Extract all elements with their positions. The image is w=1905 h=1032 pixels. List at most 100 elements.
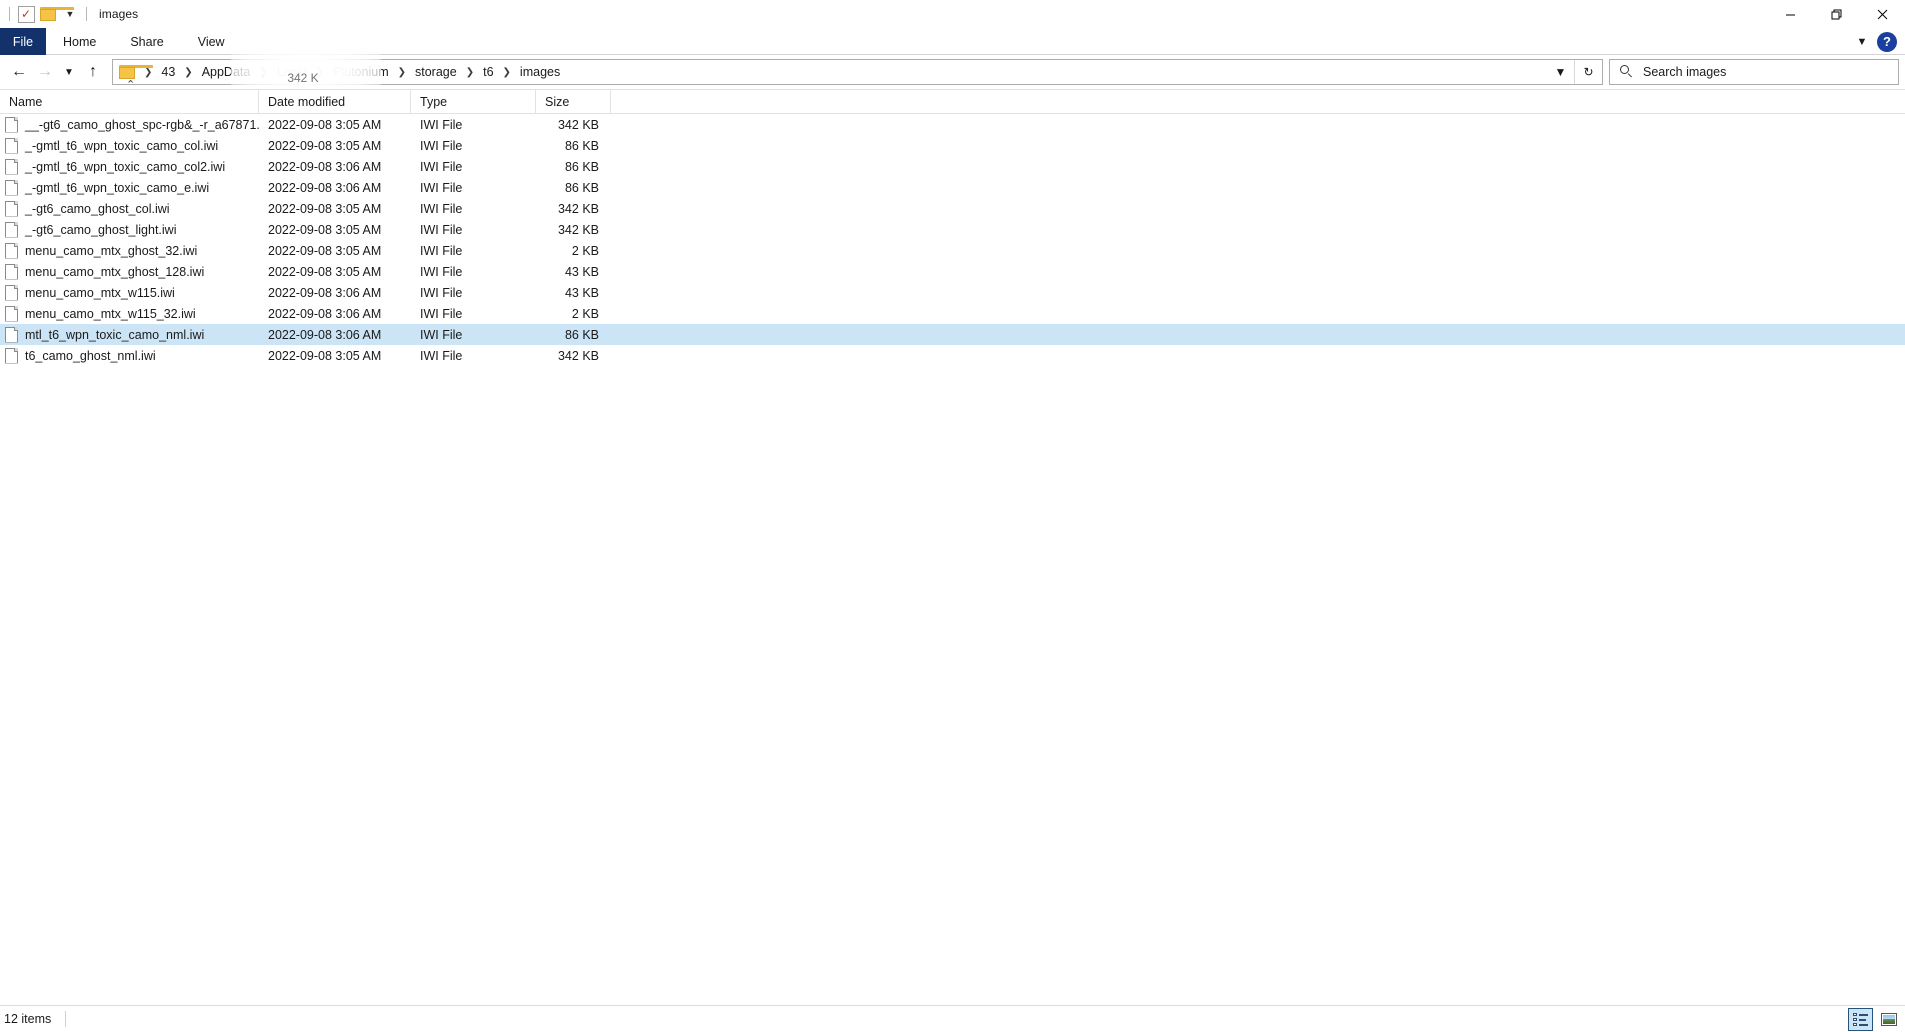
- file-size-cell: 43 KB: [564, 264, 599, 279]
- file-icon: [5, 116, 18, 133]
- column-headers: Name ⌃ Date modified Type Size: [0, 80, 1905, 114]
- table-row[interactable]: t6_camo_ghost_nml.iwi 2022-09-08 3:05 AM I…: [0, 345, 1905, 366]
- file-name-label: t6_camo_ghost_nml.iwi: [25, 348, 156, 363]
- table-row[interactable]: menu_camo_mtx_w115.iwi 2022-09-08 3:06 AM…: [0, 282, 1905, 303]
- breadcrumb-item-1[interactable]: AppData: [198, 63, 255, 81]
- view-toggle-group: [1848, 1006, 1901, 1032]
- file-name-label: _-gt6_camo_ghost_light.iwi: [25, 222, 177, 237]
- column-header-name[interactable]: Name ⌃: [0, 80, 259, 114]
- breadcrumb-item-2[interactable]: Local: [273, 63, 311, 81]
- folder-icon[interactable]: [119, 65, 153, 79]
- column-header-date-modified[interactable]: Date modified: [259, 89, 411, 114]
- qat-divider-right: [86, 7, 87, 21]
- breadcrumb-item-0[interactable]: 43: [157, 63, 179, 81]
- table-row[interactable]: __-gt6_camo_ghost_spc-rgb&_-r_a67871... 2…: [0, 114, 1905, 135]
- table-row[interactable]: menu_camo_mtx_ghost_128.iwi 2022-09-08 3:…: [0, 261, 1905, 282]
- file-date-cell: 2022-09-08 3:05 AM: [268, 117, 382, 132]
- file-name-cell: _-gmtl_t6_wpn_toxic_camo_col2.iwi: [0, 156, 259, 177]
- file-size-cell: 86 KB: [564, 159, 599, 174]
- recent-locations-button[interactable]: ▼: [58, 59, 80, 85]
- tab-home[interactable]: Home: [46, 28, 113, 55]
- column-header-name-label: Name: [9, 94, 43, 109]
- up-button[interactable]: ↑: [80, 59, 106, 85]
- file-icon: [5, 137, 18, 154]
- table-row[interactable]: _-gt6_camo_ghost_col.iwi 2022-09-08 3:05 …: [0, 198, 1905, 219]
- back-button[interactable]: ←: [6, 59, 32, 85]
- file-type-cell: IWI File: [420, 138, 463, 153]
- column-header-size[interactable]: Size: [536, 89, 611, 114]
- window-controls: [1767, 0, 1905, 28]
- help-button[interactable]: ?: [1877, 31, 1897, 52]
- file-type-cell: IWI File: [420, 348, 463, 363]
- file-icon: [5, 263, 18, 280]
- table-row[interactable]: _-gt6_camo_ghost_light.iwi 2022-09-08 3:0…: [0, 219, 1905, 240]
- search-icon: [1620, 65, 1634, 79]
- details-view-button[interactable]: [1848, 1008, 1873, 1031]
- file-date-cell: 2022-09-08 3:05 AM: [268, 348, 382, 363]
- breadcrumb-item-6[interactable]: images: [516, 63, 564, 81]
- status-divider: [65, 1011, 67, 1027]
- tab-view[interactable]: View: [181, 28, 242, 55]
- search-box[interactable]: Search images: [1609, 59, 1899, 85]
- check-icon: ✓: [17, 5, 35, 23]
- properties-checkbox-button[interactable]: ✓: [15, 4, 37, 24]
- expand-ribbon-button[interactable]: ▼: [1849, 31, 1875, 53]
- file-name-cell: menu_camo_mtx_ghost_32.iwi: [0, 240, 259, 261]
- sort-ascending-icon: ⌃: [126, 79, 136, 91]
- address-bar-row: ← → ▼ ↑ ❯ 43 ❯ AppData ❯ Local ❯ Plutoni…: [0, 52, 1905, 94]
- column-header-type[interactable]: Type: [411, 89, 536, 114]
- address-history-button[interactable]: ▼: [1547, 60, 1574, 84]
- breadcrumb-item-5[interactable]: t6: [479, 63, 497, 81]
- file-date-cell: 2022-09-08 3:06 AM: [268, 180, 382, 195]
- table-row[interactable]: menu_camo_mtx_w115_32.iwi 2022-09-08 3:06…: [0, 303, 1905, 324]
- file-size-cell: 43 KB: [564, 285, 599, 300]
- table-row[interactable]: _-gmtl_t6_wpn_toxic_camo_col.iwi 2022-09-…: [0, 135, 1905, 156]
- file-date-cell: 2022-09-08 3:05 AM: [268, 138, 382, 153]
- file-type-cell: IWI File: [420, 117, 463, 132]
- tab-share[interactable]: Share: [113, 28, 180, 55]
- breadcrumb-item-4[interactable]: storage: [411, 63, 461, 81]
- file-type-cell: IWI File: [420, 327, 463, 342]
- address-bar-buttons: ▼ ↻: [1547, 60, 1602, 84]
- breadcrumb: ❯ 43 ❯ AppData ❯ Local ❯ Plutonium ❯ sto…: [113, 60, 1547, 84]
- refresh-button[interactable]: ↻: [1575, 60, 1602, 84]
- close-button[interactable]: [1859, 0, 1905, 28]
- file-name-label: mtl_t6_wpn_toxic_camo_nml.iwi: [25, 327, 205, 342]
- file-type-cell: IWI File: [420, 306, 463, 321]
- breadcrumb-separator: ❯: [465, 66, 475, 78]
- table-row[interactable]: mtl_t6_wpn_toxic_camo_nml.iwi 2022-09-08 …: [0, 324, 1905, 345]
- file-icon: [5, 179, 18, 196]
- breadcrumb-item-3[interactable]: Plutonium: [329, 63, 393, 81]
- file-list[interactable]: __-gt6_camo_ghost_spc-rgb&_-r_a67871... 2…: [0, 114, 1905, 1005]
- file-name-label: _-gt6_camo_ghost_col.iwi: [25, 201, 170, 216]
- address-bar[interactable]: ❯ 43 ❯ AppData ❯ Local ❯ Plutonium ❯ sto…: [112, 52, 1603, 94]
- file-size-cell: 342 KB: [557, 117, 599, 132]
- maximize-restore-button[interactable]: [1813, 0, 1859, 28]
- file-date-cell: 2022-09-08 3:06 AM: [268, 327, 382, 342]
- file-date-cell: 2022-09-08 3:05 AM: [268, 264, 382, 279]
- file-size-cell: 342 KB: [557, 348, 599, 363]
- refresh-icon: ↻: [1583, 65, 1594, 79]
- table-row[interactable]: _-gmtl_t6_wpn_toxic_camo_e.iwi 2022-09-08…: [0, 177, 1905, 198]
- file-name-label: menu_camo_mtx_ghost_128.iwi: [25, 264, 205, 279]
- chevron-down-icon: ▼: [1856, 35, 1868, 48]
- search-input[interactable]: Search images: [1643, 65, 1726, 79]
- file-name-cell: _-gt6_camo_ghost_col.iwi: [0, 198, 259, 219]
- large-icons-view-button[interactable]: [1876, 1008, 1901, 1031]
- file-icon: [5, 326, 18, 343]
- table-row[interactable]: menu_camo_mtx_ghost_32.iwi 2022-09-08 3:0…: [0, 240, 1905, 261]
- file-size-cell: 86 KB: [564, 327, 599, 342]
- minimize-button[interactable]: [1767, 0, 1813, 28]
- quick-access-toolbar: ✓ ▼ images: [0, 0, 138, 28]
- file-size-cell: 342 KB: [557, 222, 599, 237]
- tab-file[interactable]: File: [0, 28, 46, 55]
- file-name-cell: menu_camo_mtx_w115_32.iwi: [0, 303, 259, 324]
- large-icons-view-icon: [1880, 1013, 1897, 1026]
- file-name-label: menu_camo_mtx_w115_32.iwi: [25, 306, 196, 321]
- forward-button[interactable]: →: [32, 59, 58, 85]
- column-header-date-label: Date modified: [268, 94, 346, 109]
- table-row[interactable]: _-gmtl_t6_wpn_toxic_camo_col2.iwi 2022-09…: [0, 156, 1905, 177]
- breadcrumb-separator: ❯: [315, 66, 325, 78]
- new-folder-button[interactable]: [37, 4, 74, 24]
- file-date-cell: 2022-09-08 3:05 AM: [268, 243, 382, 258]
